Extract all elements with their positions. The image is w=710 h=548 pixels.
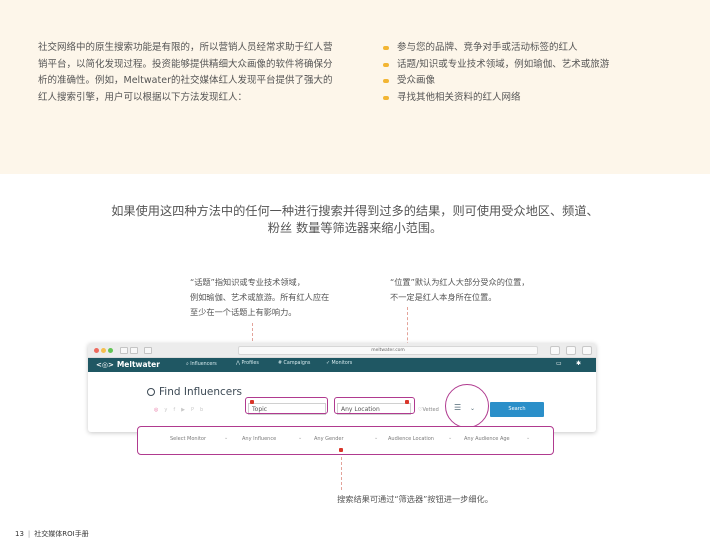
nav-monitors[interactable]: ✓ Monitors	[326, 361, 352, 366]
brand-logo[interactable]: <◎> Meltwater	[96, 360, 160, 369]
settings-gear-icon[interactable]: ✱	[576, 360, 581, 367]
gender-dropdown[interactable]: Any Gender	[314, 436, 344, 442]
section-headline: 如果使用这四种方法中的任何一种进行搜索并得到过多的结果，则可使用受众地区、频道、…	[111, 204, 599, 235]
filter-callout: 搜索结果可通过“筛选器”按钮进一步细化。	[337, 494, 493, 504]
app-navbar: <◎> Meltwater ⌕ Influencers ⋀ Profiles # …	[88, 358, 596, 372]
bullet-icon	[383, 79, 389, 84]
browser-chrome: meltwater.com	[88, 343, 596, 358]
page-number: 13	[15, 530, 24, 538]
vetted-checkbox[interactable]: ♡Vetted	[418, 407, 439, 413]
method-item: 寻找其他相关资料的红人网络	[383, 90, 609, 107]
intro-line: 红人搜索引擎，用户可以根据以下方法发现红人：	[38, 91, 248, 103]
nav-campaigns[interactable]: # Campaigns	[278, 361, 310, 366]
search-button[interactable]: Search	[490, 402, 544, 417]
forward-button[interactable]	[130, 347, 138, 354]
facebook-icon: f	[173, 407, 182, 413]
chevron-down-icon: ⌄	[298, 435, 303, 441]
search-icon	[147, 388, 155, 396]
location-callout: “位置”默认为红人大部分受众的位置， 不一定是红人本身所在位置。	[390, 277, 530, 302]
bullet-icon	[383, 46, 389, 50]
chevron-down-icon: ⌄	[448, 435, 453, 441]
filter-bar: Select Monitor ⌄ Any Influence ⌄ Any Gen…	[137, 426, 554, 455]
select-monitor-dropdown[interactable]: Select Monitor	[170, 436, 206, 442]
share-button[interactable]	[550, 346, 560, 355]
filter-connector	[341, 452, 342, 490]
minimize-dot-icon[interactable]	[101, 348, 106, 353]
topic-callout-dot	[250, 400, 254, 404]
chat-icon[interactable]: ▭	[556, 360, 562, 367]
address-bar[interactable]: meltwater.com	[238, 346, 538, 355]
channel-icons[interactable]: ◎yf▶Pb	[154, 407, 209, 413]
page-title: Find Influencers	[147, 386, 242, 398]
document-title: 社交媒体ROI手册	[34, 530, 89, 538]
bullet-icon	[383, 62, 389, 67]
topic-callout: “话题”指知识或专业技术领域， 例如瑜伽、艺术或旅游。所有红人应在 至少在一个话…	[190, 277, 330, 317]
method-list: 参与您的品牌、竞争对手或活动标签的红人 话题/知识或专业技术领域，例如瑜伽、艺术…	[383, 40, 609, 106]
chevron-down-icon: ⌄	[374, 435, 379, 441]
twitter-icon: y	[164, 407, 174, 413]
audience-age-dropdown[interactable]: Any Audience Age	[464, 436, 510, 442]
nav-profiles[interactable]: ⋀ Profiles	[236, 361, 259, 366]
app-screenshot: meltwater.com <◎> Meltwater ⌕ Influencers…	[88, 343, 596, 432]
method-item: 话题/知识或专业技术领域，例如瑜伽、艺术或旅游	[383, 57, 609, 74]
instagram-icon: ◎	[154, 407, 165, 413]
intro-line: 销平台，以简化发现过程。投资能够提供精细大众画像的软件将确保分	[38, 58, 333, 70]
footer-separator: |	[27, 530, 31, 538]
close-dot-icon[interactable]	[94, 348, 99, 353]
location-callout-dot	[405, 400, 409, 404]
blog-icon: b	[199, 407, 210, 413]
location-highlight	[334, 397, 415, 414]
filter-highlight-circle	[445, 384, 489, 428]
back-button[interactable]	[120, 347, 128, 354]
method-item: 参与您的品牌、竞争对手或活动标签的红人	[383, 40, 609, 57]
maximize-dot-icon[interactable]	[108, 348, 113, 353]
tabs-button[interactable]	[566, 346, 576, 355]
nav-influencers[interactable]: ⌕ Influencers	[186, 361, 217, 367]
meltwater-logo-icon: <◎>	[96, 361, 114, 369]
chevron-down-icon: ⌄	[224, 435, 229, 441]
intro-line: 析的准确性。例如，Meltwater的社交媒体红人发现平台提供了强大的	[38, 75, 333, 87]
influence-dropdown[interactable]: Any Influence	[242, 436, 276, 442]
filter-callout-dot	[339, 448, 343, 452]
method-item: 受众画像	[383, 73, 609, 90]
intro-line: 社交网络中的原生搜索功能是有限的，所以营销人员经常求助于红人营	[38, 42, 333, 53]
sidebar-toggle-button[interactable]	[144, 347, 152, 354]
pinterest-icon: P	[190, 407, 200, 413]
add-tab-button[interactable]	[582, 346, 592, 355]
topic-highlight	[245, 397, 328, 414]
audience-location-dropdown[interactable]: Audience Location	[388, 436, 434, 442]
intro-paragraph: 社交网络中的原生搜索功能是有限的，所以营销人员经常求助于红人营 销平台，以简化发…	[38, 40, 368, 106]
youtube-icon: ▶	[181, 407, 191, 413]
bullet-icon	[383, 95, 389, 100]
chevron-down-icon: ⌄	[526, 435, 531, 441]
page-footer: 13 | 社交媒体ROI手册	[15, 529, 89, 539]
